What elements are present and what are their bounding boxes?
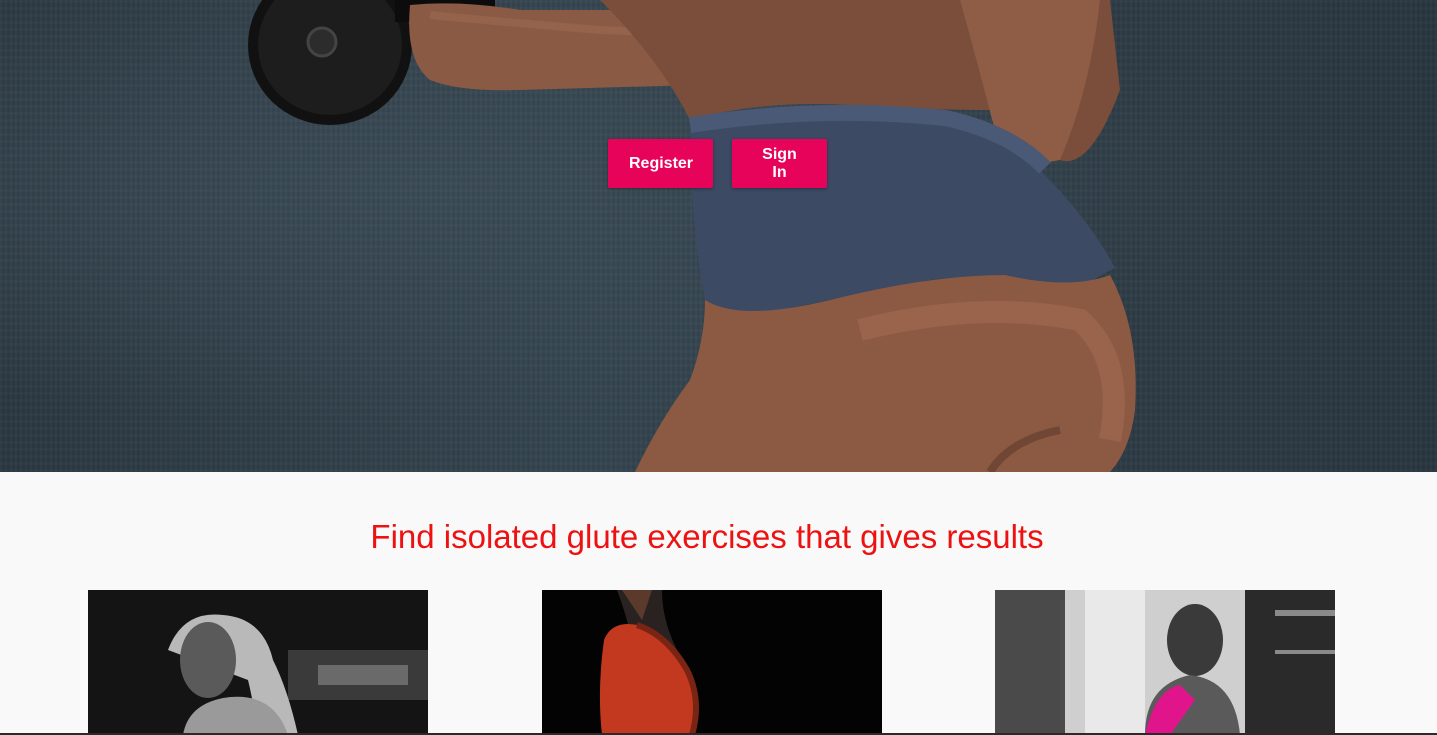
auth-buttons: Register Sign In bbox=[608, 139, 827, 188]
hero-banner: Register Sign In bbox=[0, 0, 1437, 472]
exercise-card-2[interactable] bbox=[542, 590, 882, 735]
woman-pink-bra-photo bbox=[995, 590, 1335, 735]
exercise-card-1[interactable] bbox=[88, 590, 428, 735]
hero-image bbox=[248, 0, 1136, 472]
sign-in-button[interactable]: Sign In bbox=[732, 139, 827, 188]
exercises-section: Find isolated glute exercises that gives… bbox=[0, 490, 1437, 735]
woman-red-top-photo bbox=[542, 590, 882, 735]
exercise-card-3[interactable] bbox=[995, 590, 1335, 735]
register-button[interactable]: Register bbox=[608, 139, 713, 188]
blonde-woman-photo bbox=[88, 590, 428, 735]
section-headline: Find isolated glute exercises that gives… bbox=[370, 518, 1044, 555]
